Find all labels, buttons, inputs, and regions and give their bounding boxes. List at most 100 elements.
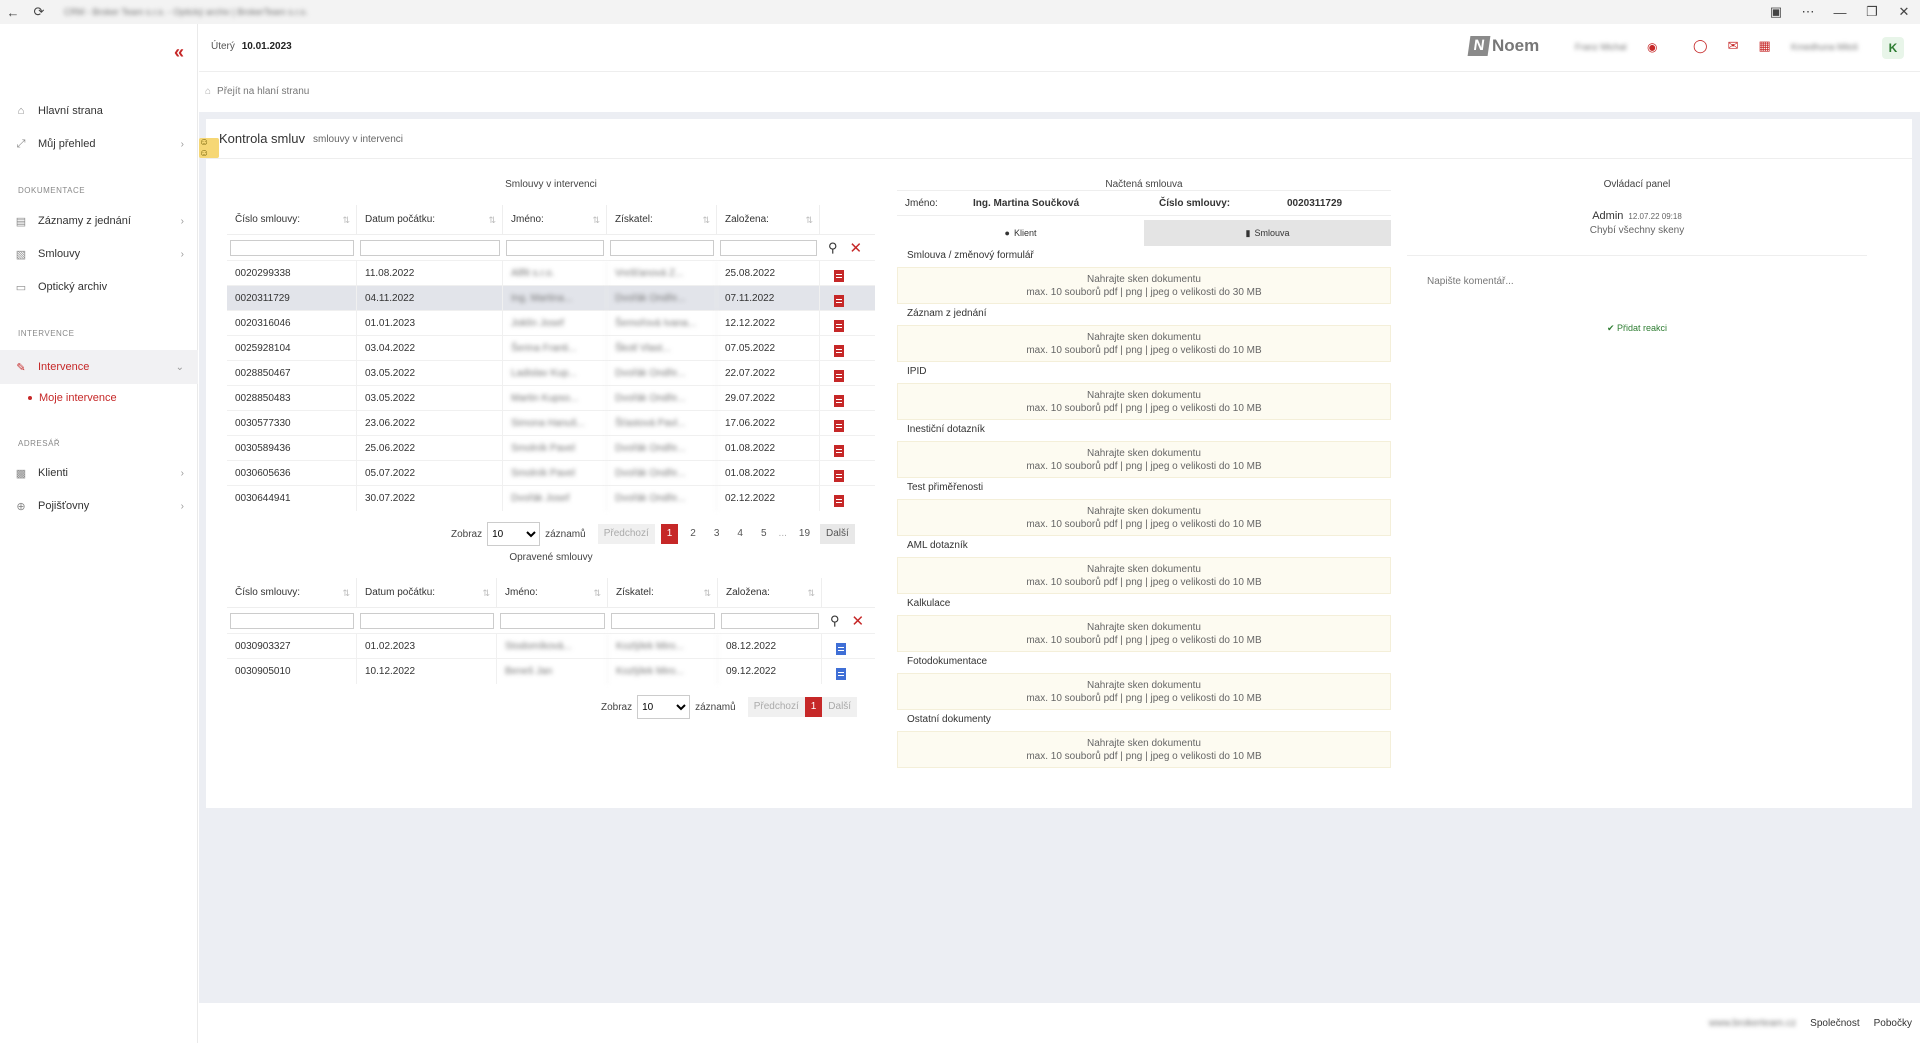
next-page-button[interactable]: Další (822, 697, 858, 717)
sort-icon[interactable]: ⇅ (702, 205, 710, 235)
back-icon[interactable]: ← (0, 0, 26, 24)
add-reaction-button[interactable]: ✔ Přidat reakci (1407, 323, 1867, 334)
prev-page-button[interactable]: Předchozí (747, 697, 805, 717)
pdf-icon[interactable] (834, 495, 844, 507)
col-created[interactable]: Založena: ⇅ (717, 204, 820, 235)
document-icon[interactable] (836, 643, 846, 655)
collapse-sidebar-icon[interactable]: « (174, 42, 184, 63)
pdf-icon[interactable] (834, 445, 844, 457)
pdf-icon[interactable] (834, 270, 844, 282)
pdf-icon[interactable] (834, 345, 844, 357)
sort-icon[interactable]: ⇅ (342, 205, 350, 235)
col-name[interactable]: Jméno: ⇅ (503, 204, 607, 235)
filter-name[interactable] (506, 239, 604, 256)
page-button-4[interactable]: 4 (731, 524, 749, 544)
col-acquirer[interactable]: Získatel: ⇅ (608, 577, 718, 608)
search-icon[interactable]: ⚲ (828, 240, 838, 256)
footer-branches-link[interactable]: Pobočky (1874, 1018, 1912, 1029)
table-row[interactable]: 0030589436 25.06.2022 Smolník Pavel Dvořák … (227, 435, 875, 461)
filter-created[interactable] (721, 612, 819, 629)
sort-icon[interactable]: ⇅ (592, 205, 600, 235)
sort-icon[interactable]: ⇅ (488, 205, 496, 235)
filter-start-date[interactable] (360, 612, 494, 629)
next-page-button[interactable]: Další (820, 524, 855, 544)
sort-icon[interactable]: ⇅ (807, 578, 815, 608)
sort-icon[interactable]: ⇅ (593, 578, 601, 608)
footer-site-link[interactable]: www.brokerteam.cz (1709, 1018, 1796, 1029)
filter-acquirer[interactable] (611, 612, 715, 629)
col-acquirer[interactable]: Získatel: ⇅ (607, 204, 717, 235)
table-row[interactable]: 0020311729 04.11.2022 Ing. Martina... Dvořá… (227, 285, 875, 311)
breadcrumb-link[interactable]: Přejít na hlaní stranu (217, 86, 309, 97)
page-button-1[interactable]: 1 (660, 524, 679, 544)
col-start-date[interactable]: Datum počátku: ⇅ (357, 577, 497, 608)
page-button-1[interactable]: 1 (804, 697, 823, 717)
more-icon[interactable]: ⋯ (1792, 0, 1824, 24)
col-created[interactable]: Založena: ⇅ (718, 577, 822, 608)
upload-dropzone[interactable]: Nahrajte sken dokumentu max. 10 souborů p… (897, 441, 1391, 478)
col-contract-number[interactable]: Číslo smlouvy: ⇅ (227, 577, 357, 608)
eye-icon[interactable]: ◉ (1647, 40, 1657, 54)
col-contract-number[interactable]: Číslo smlouvy: ⇅ (227, 204, 357, 235)
filter-created[interactable] (720, 239, 817, 256)
col-start-date[interactable]: Datum počátku: ⇅ (357, 204, 503, 235)
app-logo[interactable]: N Noem (1467, 36, 1539, 56)
refresh-icon[interactable]: ⟳ (26, 0, 52, 24)
pdf-icon[interactable] (834, 320, 844, 332)
prev-page-button[interactable]: Předchozí (597, 524, 655, 544)
filter-contract-number[interactable] (230, 239, 354, 256)
filter-acquirer[interactable] (610, 239, 714, 256)
screenshot-icon[interactable]: ▣ (1760, 0, 1792, 24)
table-row[interactable]: 0030903327 01.02.2023 Stodomíková... Kozlýl… (227, 633, 875, 659)
mail-icon[interactable]: ✉ (1728, 38, 1739, 54)
filter-name[interactable] (500, 612, 605, 629)
sort-icon[interactable]: ⇅ (805, 205, 813, 235)
page-button-5[interactable]: 5 (755, 524, 773, 544)
table-row[interactable]: 0030644941 30.07.2022 Dvořák Josef Dvořák O… (227, 485, 875, 511)
circle-icon[interactable]: ◯ (1693, 38, 1708, 54)
upload-dropzone[interactable]: Nahrajte sken dokumentu max. 10 souborů p… (897, 499, 1391, 536)
sidebar-item-contracts[interactable]: ▧ Smlouvy › (0, 239, 198, 269)
tab-contract[interactable]: ▮ Smlouva (1144, 220, 1391, 246)
upload-dropzone[interactable]: Nahrajte sken dokumentu max. 10 souborů p… (897, 615, 1391, 652)
per-page-select[interactable]: 10 (637, 695, 691, 719)
pdf-icon[interactable] (834, 395, 844, 407)
upload-dropzone[interactable]: Nahrajte sken dokumentu max. 10 souborů p… (897, 267, 1391, 304)
table-row[interactable]: 0030905010 10.12.2022 Beneš Jan Kozlýlek Mi… (227, 658, 875, 684)
sort-icon[interactable]: ⇅ (482, 578, 490, 608)
table-row[interactable]: 0020316046 01.01.2023 Joklín Josef Šemořová… (227, 310, 875, 336)
table-row[interactable]: 0020299338 11.08.2022 Allfit s.r.o. Vrešťan… (227, 260, 875, 286)
clear-filter-icon[interactable]: ✕ (850, 239, 863, 257)
table-row[interactable]: 0028850467 03.05.2022 Ladislav Kup... Dvořá… (227, 360, 875, 386)
filter-contract-number[interactable] (230, 612, 354, 629)
upload-dropzone[interactable]: Nahrajte sken dokumentu max. 10 souborů p… (897, 557, 1391, 594)
document-icon[interactable] (836, 668, 846, 680)
sidebar-subitem-my-interventions[interactable]: Moje intervence (28, 392, 117, 404)
tab-client[interactable]: ● Klient (897, 220, 1144, 246)
pdf-icon[interactable] (834, 295, 844, 307)
upload-dropzone[interactable]: Nahrajte sken dokumentu max. 10 souborů p… (897, 325, 1391, 362)
page-button-3[interactable]: 3 (708, 524, 726, 544)
col-name[interactable]: Jméno: ⇅ (497, 577, 608, 608)
comment-input[interactable]: Napište komentář... (1427, 276, 1867, 287)
clear-filter-icon[interactable]: ✕ (852, 612, 865, 630)
footer-company-link[interactable]: Společnost (1810, 1018, 1859, 1029)
sidebar-item-intervention[interactable]: ✎ Intervence ⌄ (0, 350, 198, 384)
sidebar-item-home[interactable]: ⌂ Hlavní strana (0, 96, 198, 126)
per-page-select[interactable]: 10 (487, 522, 541, 546)
upload-dropzone[interactable]: Nahrajte sken dokumentu max. 10 souborů p… (897, 383, 1391, 420)
sort-icon[interactable]: ⇅ (703, 578, 711, 608)
sidebar-item-clients[interactable]: ▩ Klienti › (0, 458, 198, 488)
page-button-2[interactable]: 2 (684, 524, 702, 544)
sidebar-item-archive[interactable]: ▭ Optický archiv (0, 272, 198, 302)
search-icon[interactable]: ⚲ (830, 613, 840, 629)
avatar[interactable]: K (1882, 37, 1904, 59)
pdf-icon[interactable] (834, 420, 844, 432)
table-row[interactable]: 0030577330 23.06.2022 Simona Hanuš... Šťast… (227, 410, 875, 436)
table-row[interactable]: 0025928104 03.04.2022 Šerina Franti... Škot… (227, 335, 875, 361)
filter-start-date[interactable] (360, 239, 500, 256)
pdf-icon[interactable] (834, 470, 844, 482)
sort-icon[interactable]: ⇅ (342, 578, 350, 608)
upload-dropzone[interactable]: Nahrajte sken dokumentu max. 10 souborů p… (897, 673, 1391, 710)
close-icon[interactable]: ✕ (1888, 0, 1920, 24)
